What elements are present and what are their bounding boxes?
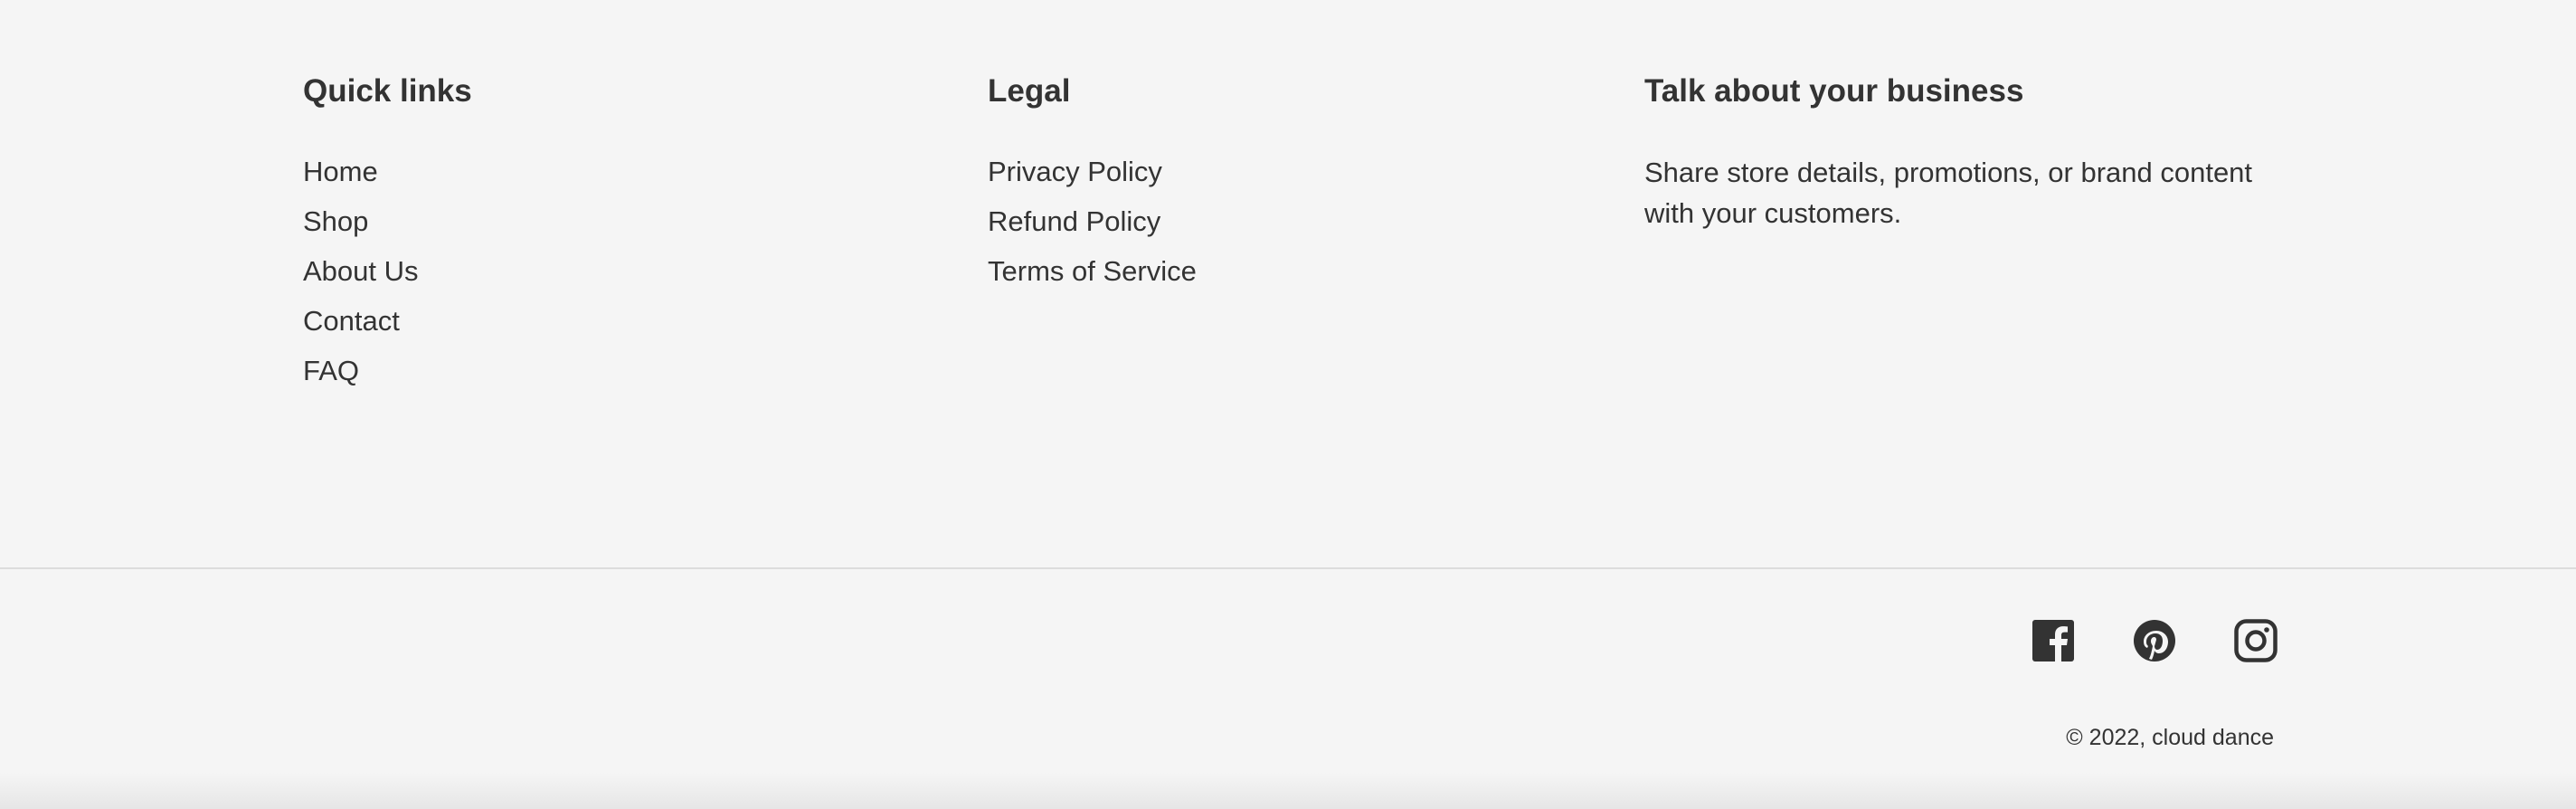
legal-column: Legal Privacy Policy Refund Policy Terms… (988, 71, 1197, 296)
business-column: Talk about your business Share store det… (1644, 71, 2259, 233)
link-about-us[interactable]: About Us (303, 255, 419, 287)
pinterest-icon (2134, 620, 2175, 661)
facebook-link[interactable] (2031, 619, 2075, 662)
legal-heading: Legal (988, 73, 1071, 109)
social-links (2031, 619, 2278, 662)
link-terms-of-service[interactable]: Terms of Service (988, 255, 1197, 287)
quick-links-list: Home Shop About Us Contact FAQ (303, 147, 472, 395)
bottom-shadow (0, 773, 2576, 809)
business-text: Share store details, promotions, or bran… (1644, 157, 2253, 229)
instagram-link[interactable] (2234, 619, 2278, 662)
link-home[interactable]: Home (303, 156, 378, 187)
link-shop[interactable]: Shop (303, 205, 368, 237)
quick-links-heading: Quick links (303, 73, 472, 109)
legal-list: Privacy Policy Refund Policy Terms of Se… (988, 147, 1197, 296)
link-contact[interactable]: Contact (303, 305, 400, 337)
business-heading: Talk about your business (1644, 73, 2024, 109)
footer-divider (0, 567, 2576, 569)
instagram-icon (2234, 619, 2278, 662)
link-faq[interactable]: FAQ (303, 355, 359, 386)
facebook-icon (2032, 620, 2074, 661)
pinterest-link[interactable] (2133, 619, 2176, 662)
copyright-text: © 2022, cloud dance (2066, 725, 2274, 750)
link-privacy-policy[interactable]: Privacy Policy (988, 156, 1162, 187)
link-refund-policy[interactable]: Refund Policy (988, 205, 1160, 237)
quick-links-column: Quick links Home Shop About Us Contact F… (303, 71, 472, 395)
